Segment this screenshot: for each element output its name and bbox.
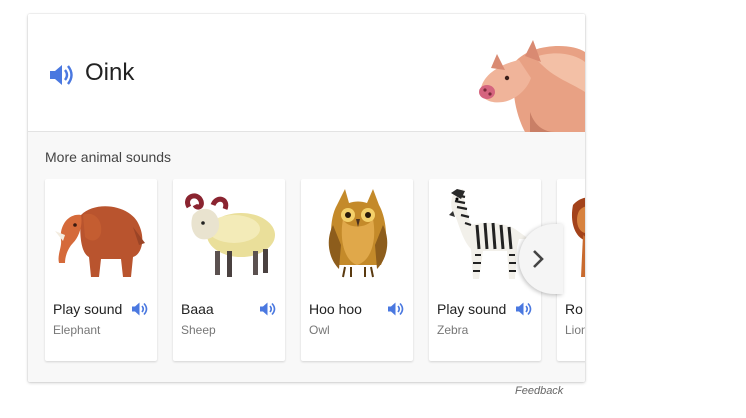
- animal-sounds-card: Oink More animal sounds Play sound Eleph…: [28, 14, 585, 382]
- owl-illustration: [328, 189, 388, 278]
- animal-card-owl[interactable]: Hoo hoo Owl: [301, 179, 413, 361]
- chevron-right-icon: [533, 250, 544, 268]
- animal-species: Owl: [309, 323, 330, 337]
- animal-sound-label: Ro: [565, 301, 583, 317]
- feedback-link[interactable]: Feedback: [515, 385, 563, 397]
- more-sounds-heading: More animal sounds: [45, 149, 172, 165]
- animal-sound-label: Baaa: [181, 301, 214, 317]
- more-sounds-panel: More animal sounds Play sound Elephant B…: [28, 132, 585, 382]
- animal-card-sheep[interactable]: Baaa Sheep: [173, 179, 285, 361]
- main-sound-title: Oink: [85, 59, 135, 86]
- sheep-illustration: [185, 193, 275, 277]
- elephant-illustration: [55, 206, 145, 277]
- speaker-icon[interactable]: [48, 62, 76, 88]
- animal-sound-label: Play sound: [437, 301, 507, 317]
- animal-sound-label: Hoo hoo: [309, 301, 362, 317]
- speaker-icon[interactable]: [515, 301, 533, 317]
- speaker-icon[interactable]: [259, 301, 277, 317]
- animal-card-elephant[interactable]: Play sound Elephant: [45, 179, 157, 361]
- main-sound-panel: Oink: [28, 14, 585, 132]
- animal-species: Elephant: [53, 323, 101, 337]
- animal-species: Sheep: [181, 323, 216, 337]
- lion-illustration: [572, 197, 585, 277]
- animal-species: Lion: [565, 323, 585, 337]
- animal-sound-label: Play sound: [53, 301, 123, 317]
- speaker-icon[interactable]: [131, 301, 149, 317]
- animal-species: Zebra: [437, 323, 469, 337]
- pig-illustration: [479, 40, 585, 132]
- animal-carousel[interactable]: Play sound Elephant Baaa Sheep Hoo hoo O…: [28, 179, 585, 369]
- speaker-icon[interactable]: [387, 301, 405, 317]
